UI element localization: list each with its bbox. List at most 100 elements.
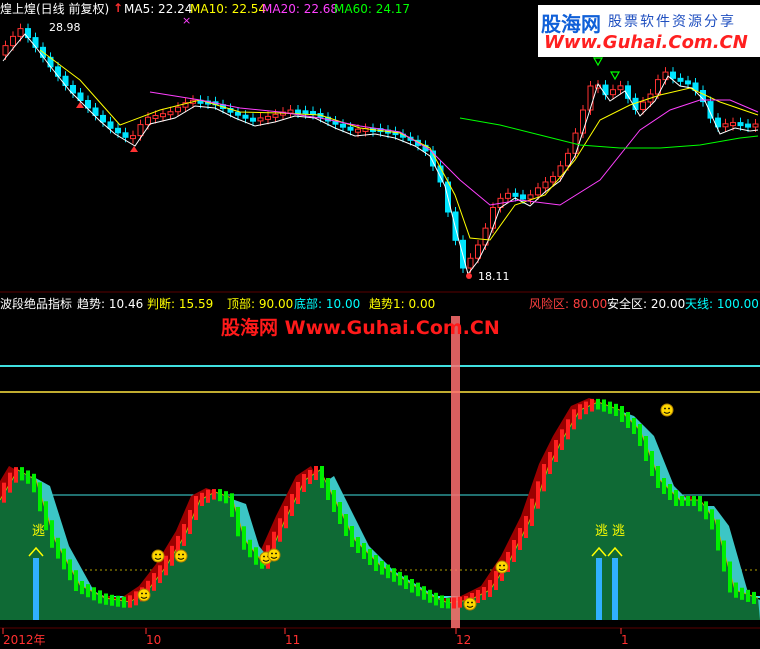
- trend-brick: [662, 478, 666, 494]
- candle-body: [340, 123, 346, 128]
- smiley-eye: [155, 553, 157, 556]
- x-tick-label: 2012年: [3, 633, 46, 647]
- candle-body: [250, 117, 256, 122]
- watermark-url: Www.Guhai.Com.CN: [544, 32, 748, 53]
- trend-brick: [752, 591, 756, 604]
- cursor-highlight-bar: [451, 316, 460, 628]
- trend-brick: [380, 561, 384, 575]
- trend-brick: [584, 401, 588, 415]
- trend-brick: [110, 594, 114, 606]
- trend-brick: [104, 593, 108, 605]
- candle-body: [145, 116, 151, 126]
- candle-body: [670, 71, 676, 79]
- trend-brick: [728, 561, 732, 593]
- candle-body: [302, 110, 309, 115]
- high-price-label: 28.98: [49, 21, 81, 34]
- trend-brick: [164, 555, 168, 576]
- candle-body: [527, 194, 534, 200]
- candle-body: [512, 192, 519, 197]
- smiley-eye: [145, 592, 147, 595]
- smiley-eye: [182, 553, 184, 556]
- trend-brick: [482, 587, 486, 600]
- ma10-line: [39, 49, 759, 241]
- x-tick-label: 1: [621, 633, 629, 647]
- trend-brick: [422, 586, 426, 600]
- risk-zone-readout: 风险区: 80.00: [529, 297, 608, 311]
- trend-brick: [614, 403, 618, 416]
- low-marker: [466, 273, 472, 279]
- candle-body: [467, 257, 474, 269]
- trend-brick: [746, 589, 750, 602]
- smiley-icon: [463, 597, 477, 611]
- trend-brick: [686, 496, 690, 506]
- trend-brick: [392, 568, 396, 582]
- stock-title: 煌上煌(日线 前复权): [0, 2, 110, 16]
- up-signal-arrow: [130, 146, 138, 152]
- trend-brick: [716, 519, 720, 551]
- down-signal-arrow: [609, 71, 621, 81]
- trend-brick: [488, 580, 492, 597]
- smiley-icon: [151, 549, 165, 563]
- trend-brick: [62, 548, 66, 570]
- trend-brick: [128, 595, 132, 608]
- candle-body: [737, 122, 744, 127]
- trend-brick: [8, 472, 12, 493]
- candle-body: [107, 121, 114, 129]
- escape-bar: [33, 558, 39, 620]
- trend-brick: [218, 489, 222, 502]
- trend-brick: [98, 590, 102, 604]
- trend-brick: [680, 496, 684, 506]
- trend-brick: [320, 466, 324, 488]
- trend-brick: [434, 592, 438, 606]
- candle-body: [475, 244, 481, 259]
- trend-brick: [722, 540, 726, 572]
- trend-brick: [536, 481, 540, 509]
- smiley-icon: [267, 548, 281, 562]
- trend-brick: [68, 559, 72, 581]
- trend-brick: [122, 596, 126, 608]
- candle-body: [137, 124, 144, 137]
- candle-body: [100, 114, 106, 123]
- trend-brick: [572, 409, 576, 430]
- trend-brick: [86, 584, 90, 598]
- smiley-eye: [664, 407, 666, 410]
- trend-brick: [620, 406, 624, 422]
- candle-body: [355, 128, 361, 133]
- candle-body: [550, 175, 556, 183]
- smiley-eye: [159, 553, 161, 556]
- candle-body: [677, 77, 684, 82]
- trend-brick: [458, 596, 462, 608]
- candle-body: [62, 75, 69, 86]
- watermark-tagline: 股票软件资源分享: [608, 14, 736, 30]
- trend-brick: [446, 598, 450, 609]
- smiley-icon: [660, 403, 674, 417]
- trend-brick: [206, 489, 210, 503]
- ma5-line: [2, 33, 759, 276]
- trend-brick: [356, 537, 360, 553]
- candle-body: [542, 181, 549, 189]
- candle-body: [730, 122, 736, 127]
- candle-body: [640, 101, 646, 110]
- x-tick-label: 10: [146, 633, 162, 647]
- trend-brick: [284, 506, 288, 529]
- trend-brick: [476, 590, 480, 603]
- escape-bar: [596, 558, 602, 620]
- trend-brick: [734, 582, 738, 598]
- trend-brick: [578, 404, 582, 420]
- smiley-eye: [503, 564, 505, 567]
- trend-brick: [428, 589, 432, 603]
- candle-body: [17, 28, 24, 37]
- trend-brick: [374, 555, 378, 571]
- candle-body: [272, 113, 279, 118]
- trend-brick: [80, 581, 84, 595]
- trend-brick: [32, 473, 36, 493]
- trend-brick: [326, 478, 330, 500]
- candle-body: [287, 109, 294, 114]
- trend-brick: [626, 412, 630, 428]
- x-tick-label: 11: [285, 633, 301, 647]
- trend-brick: [308, 470, 312, 484]
- trend-brick: [566, 419, 570, 440]
- escape-label: 逃: [32, 524, 46, 539]
- low-price-label: 18.11: [478, 270, 510, 283]
- trend-brick: [410, 579, 414, 593]
